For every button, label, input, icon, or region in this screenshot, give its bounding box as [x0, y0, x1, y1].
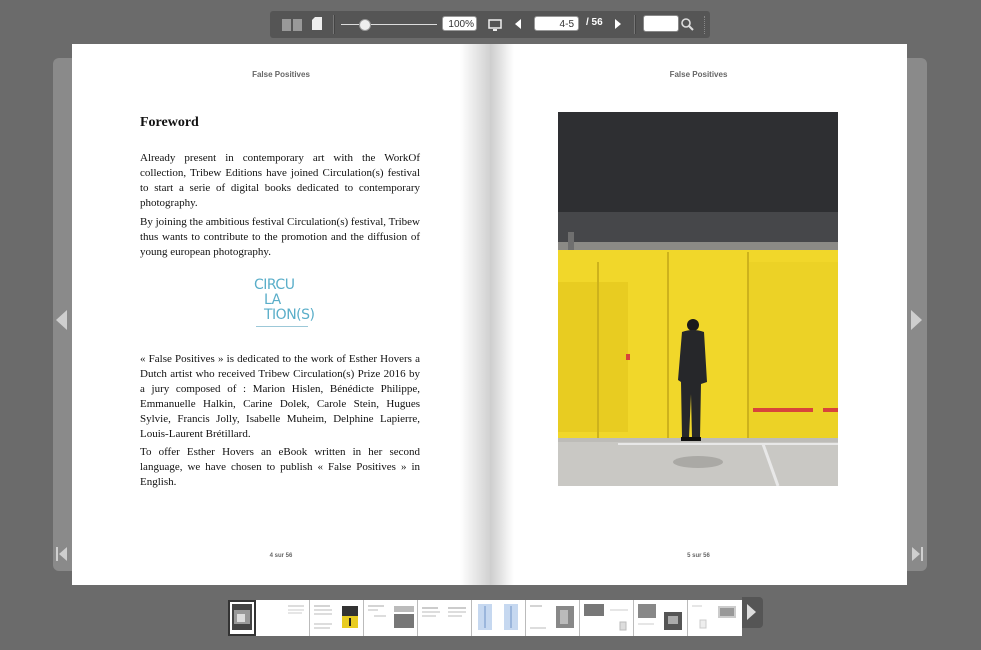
running-head: False Positives	[669, 70, 728, 79]
thumbnail-strip	[228, 600, 742, 636]
thumbnail-next-button[interactable]	[742, 597, 763, 628]
monitor-icon[interactable]	[488, 18, 502, 31]
magnifier-icon[interactable]	[681, 18, 694, 31]
thumbnail-page[interactable]	[526, 600, 580, 636]
toolbar-grip	[704, 16, 707, 34]
thumbnail-page[interactable]	[310, 600, 364, 636]
thumbnail-cover[interactable]	[228, 600, 256, 636]
thumbnail-page[interactable]	[418, 600, 472, 636]
paragraph: « False Positives » is dedicated to the …	[140, 353, 420, 440]
thumbnail-page[interactable]	[256, 600, 310, 636]
toolbar: 100% 4-5 / 56	[270, 11, 710, 38]
double-page-icon[interactable]	[282, 18, 302, 31]
paragraph: To offer Esther Hovers an eBook written …	[140, 446, 420, 488]
gutter-shadow	[490, 44, 514, 585]
photograph	[558, 112, 838, 486]
zoom-level-input[interactable]: 100%	[442, 16, 477, 31]
paragraph: By joining the ambitious festival Circul…	[140, 216, 420, 258]
single-page-icon[interactable]	[312, 17, 322, 30]
previous-spread-arrow-icon[interactable]	[56, 310, 67, 330]
zoom-slider-handle[interactable]	[359, 19, 371, 31]
page-heading: Foreword	[140, 115, 199, 130]
thumbnail-page[interactable]	[634, 600, 688, 636]
previous-page-icon[interactable]	[515, 19, 521, 29]
right-page: False Positives 5 sur 56	[490, 44, 907, 585]
paragraph: Already present in contemporary art with…	[140, 152, 420, 209]
circulations-logo: CIRCU LA TION(S)	[254, 278, 315, 330]
page-folio: 5 sur 56	[687, 553, 710, 559]
left-page: False Positives Foreword Already present…	[72, 44, 490, 585]
page-total: / 56	[586, 17, 603, 28]
next-page-icon[interactable]	[615, 19, 621, 29]
page-folio: 4 sur 56	[269, 553, 293, 559]
triangle-right-icon	[747, 604, 756, 620]
running-head: False Positives	[252, 70, 310, 79]
next-spread-arrow-icon[interactable]	[911, 310, 922, 330]
thumbnail-page[interactable]	[580, 600, 634, 636]
gutter-shadow	[460, 44, 490, 585]
thumbnail-page[interactable]	[472, 600, 526, 636]
zoom-slider-track[interactable]	[341, 24, 437, 25]
thumbnail-page[interactable]	[688, 600, 742, 636]
page-number-input[interactable]: 4-5	[534, 16, 579, 31]
thumbnail-page[interactable]	[364, 600, 418, 636]
first-page-icon[interactable]	[56, 546, 68, 562]
search-input[interactable]	[643, 15, 679, 32]
last-page-icon[interactable]	[911, 546, 923, 562]
